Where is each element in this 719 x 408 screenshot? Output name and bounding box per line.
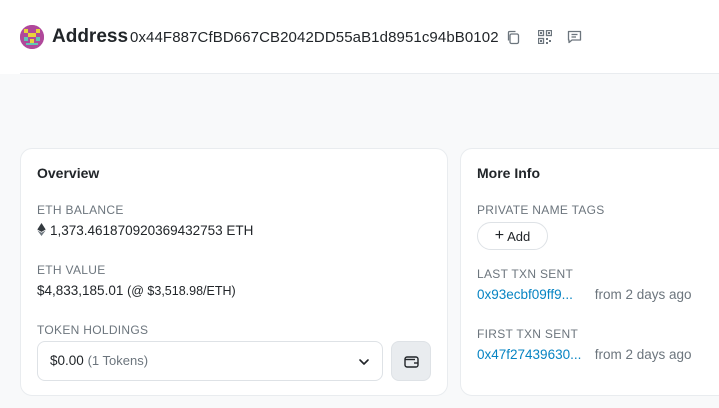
last-txn-ago: from 2 days ago xyxy=(594,287,692,302)
address-avatar xyxy=(20,25,44,49)
token-holdings-dropdown[interactable]: $0.00 (1 Tokens) xyxy=(37,341,383,381)
eth-balance-value: 1,373.461870920369432753 ETH xyxy=(37,223,253,238)
page-title: Address xyxy=(52,26,129,47)
private-name-tags-label: PRIVATE NAME TAGS xyxy=(477,203,605,217)
eth-balance-amount: 1,373.461870920369432753 ETH xyxy=(50,223,254,238)
eth-value-rate: (@ $3,518.98/ETH) xyxy=(127,284,236,298)
token-holdings-label: TOKEN HOLDINGS xyxy=(37,323,149,337)
add-tag-label: Add xyxy=(507,228,531,244)
token-holdings-amount: $0.00 xyxy=(50,353,84,368)
ethereum-icon xyxy=(37,223,46,236)
last-txn-row: 0x93ecbf09ff9... from 2 days ago xyxy=(477,287,692,302)
eth-value-amount: $4,833,185.01 xyxy=(37,283,124,298)
page-header: Address 0x44F887CfBD667CB2042DD55aB1d895… xyxy=(0,0,719,74)
comment-icon[interactable] xyxy=(565,28,583,46)
first-txn-row: 0x47f27439630... from 2 days ago xyxy=(477,347,692,362)
chevron-down-icon xyxy=(359,359,369,365)
last-txn-label: LAST TXN SENT xyxy=(477,267,574,281)
overview-card: Overview ETH BALANCE 1,373.4618709203694… xyxy=(20,148,448,396)
token-holdings-value: $0.00 (1 Tokens) xyxy=(50,353,148,368)
wallet-button[interactable] xyxy=(391,341,431,381)
header-divider xyxy=(20,73,719,74)
eth-value-label: ETH VALUE xyxy=(37,263,106,277)
last-txn-link[interactable]: 0x93ecbf09ff9... xyxy=(477,287,589,302)
add-tag-button[interactable]: + Add xyxy=(477,222,548,250)
first-txn-label: FIRST TXN SENT xyxy=(477,327,579,341)
address-hash: 0x44F887CfBD667CB2042DD55aB1d8951c94bB01… xyxy=(130,29,499,46)
first-txn-ago: from 2 days ago xyxy=(594,347,692,362)
plus-icon: + xyxy=(494,227,505,244)
more-info-card: More Info PRIVATE NAME TAGS + Add LAST T… xyxy=(460,148,719,396)
eth-value: $4,833,185.01 (@ $3,518.98/ETH) xyxy=(37,283,236,298)
wallet-icon xyxy=(403,355,419,368)
token-holdings-count: (1 Tokens) xyxy=(87,353,149,368)
overview-title: Overview xyxy=(37,165,100,181)
qr-code-icon[interactable] xyxy=(536,28,554,46)
first-txn-link[interactable]: 0x47f27439630... xyxy=(477,347,589,362)
eth-balance-label: ETH BALANCE xyxy=(37,203,124,217)
more-info-title: More Info xyxy=(477,165,540,181)
copy-icon[interactable] xyxy=(504,28,522,46)
